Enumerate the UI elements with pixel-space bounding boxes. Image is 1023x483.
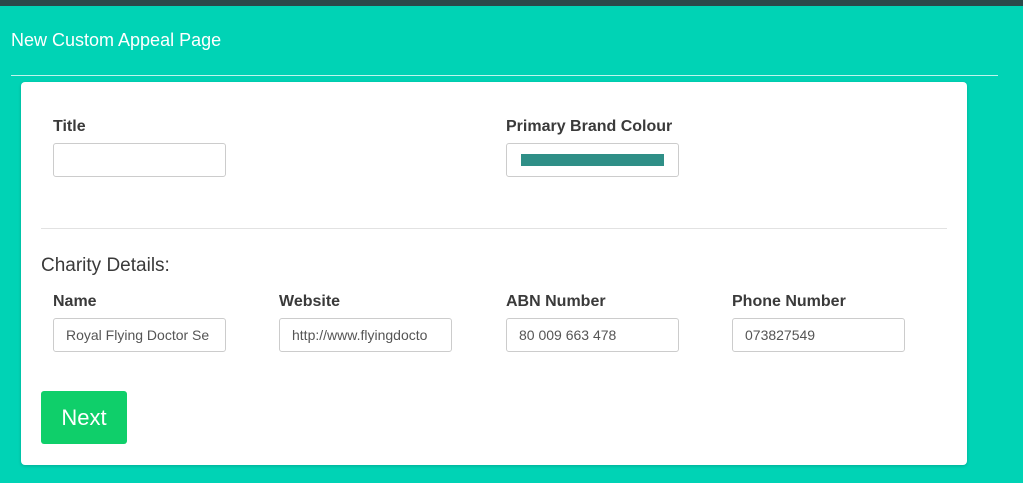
phone-number-label: Phone Number [732,293,846,310]
brand-colour-label: Primary Brand Colour [506,118,673,135]
phone-number-input[interactable] [732,318,905,352]
charity-name-input[interactable] [53,318,226,352]
website-label: Website [279,293,341,310]
charity-details-heading: Charity Details: [41,255,170,276]
page-title: New Custom Appeal Page [11,30,222,50]
abn-number-input[interactable] [506,318,679,352]
brand-colour-swatch [521,154,664,166]
brand-colour-picker[interactable] [506,143,679,177]
title-label: Title [53,118,86,135]
website-input[interactable] [279,318,452,352]
header-divider [11,75,998,76]
next-button[interactable]: Next [41,391,127,444]
title-input[interactable] [53,143,226,177]
section-divider [41,228,947,229]
top-bar [0,0,1023,6]
charity-name-label: Name [53,293,97,310]
appeal-form-card: Title Primary Brand Colour Charity Detai… [21,82,967,465]
abn-number-label: ABN Number [506,293,606,310]
